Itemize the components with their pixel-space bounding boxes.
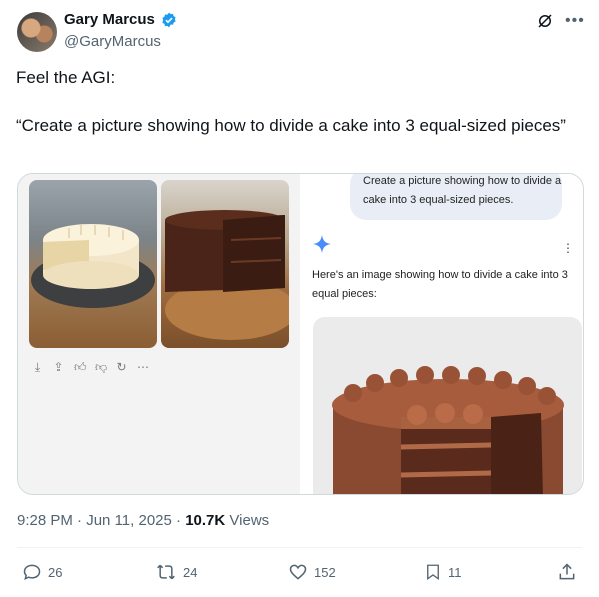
- gemini-sparkle-icon: [312, 234, 332, 259]
- gemini-response: Here's an image showing how to divide a …: [312, 269, 568, 300]
- divider: [17, 547, 582, 548]
- repost-button[interactable]: 24: [155, 562, 197, 582]
- tweet-time[interactable]: 9:28 PM: [17, 512, 73, 529]
- bookmark-count: 11: [448, 564, 462, 580]
- media-attachment[interactable]: ⤓ ⇪ 👍︎ 👎︎ ↻ ⋯ Create a picture showing h…: [17, 173, 584, 495]
- views-count: 10.7K: [185, 512, 226, 529]
- like-count: 152: [314, 564, 336, 580]
- download-icon[interactable]: ⤓: [32, 360, 43, 375]
- reply-button[interactable]: 26: [22, 562, 62, 582]
- tweet-date[interactable]: Jun 11, 2025: [86, 512, 172, 529]
- more-icon[interactable]: •••: [565, 12, 585, 30]
- tweet-line-1: Feel the AGI:: [16, 68, 116, 87]
- image-action-icons: ⤓ ⇪ 👍︎ 👎︎ ↻ ⋯: [32, 360, 149, 375]
- share-button[interactable]: [557, 562, 577, 582]
- author-name[interactable]: Gary Marcus: [64, 11, 155, 28]
- reply-icon: [23, 564, 41, 580]
- thumbs-up-icon[interactable]: 👍︎: [74, 360, 87, 375]
- bookmark-icon: [427, 564, 439, 581]
- regenerate-icon[interactable]: ↻: [116, 360, 127, 375]
- gemini-chat-pane: Create a picture showing how to divide a…: [300, 174, 583, 494]
- bookmark-button[interactable]: 11: [424, 562, 462, 582]
- gemini-images-pane: ⤓ ⇪ 👍︎ 👎︎ ↻ ⋯: [18, 174, 300, 494]
- generated-cake-image[interactable]: [313, 317, 582, 494]
- chocolate-cake-photo[interactable]: [161, 180, 289, 348]
- share-icon[interactable]: ⇪: [53, 360, 64, 375]
- reply-count: 26: [48, 564, 63, 580]
- tweet-text: Feel the AGI: “Create a picture showing …: [16, 66, 576, 138]
- timestamp[interactable]: 9:28 PM · Jun 11, 2025 · 10.7K Views: [17, 512, 269, 529]
- vanilla-cake-photo[interactable]: [29, 180, 157, 348]
- share-icon: [559, 563, 575, 580]
- like-icon: [289, 564, 307, 580]
- author-handle[interactable]: @GaryMarcus: [64, 33, 161, 50]
- user-prompt-bubble: Create a picture showing how to divide a…: [350, 174, 562, 220]
- views-label: Views: [229, 512, 270, 529]
- more-icon[interactable]: ⋯: [137, 360, 149, 375]
- repost-count: 24: [183, 564, 198, 580]
- tweet-line-2: “Create a picture showing how to divide …: [16, 116, 566, 135]
- verified-badge-icon: [161, 12, 177, 33]
- like-button[interactable]: 152: [288, 562, 336, 582]
- avatar[interactable]: [17, 12, 57, 52]
- thumbs-down-icon[interactable]: 👎︎: [95, 360, 107, 375]
- grok-icon[interactable]: [536, 12, 554, 35]
- repost-icon: [157, 564, 175, 580]
- more-options-icon[interactable]: ⋮: [562, 241, 574, 255]
